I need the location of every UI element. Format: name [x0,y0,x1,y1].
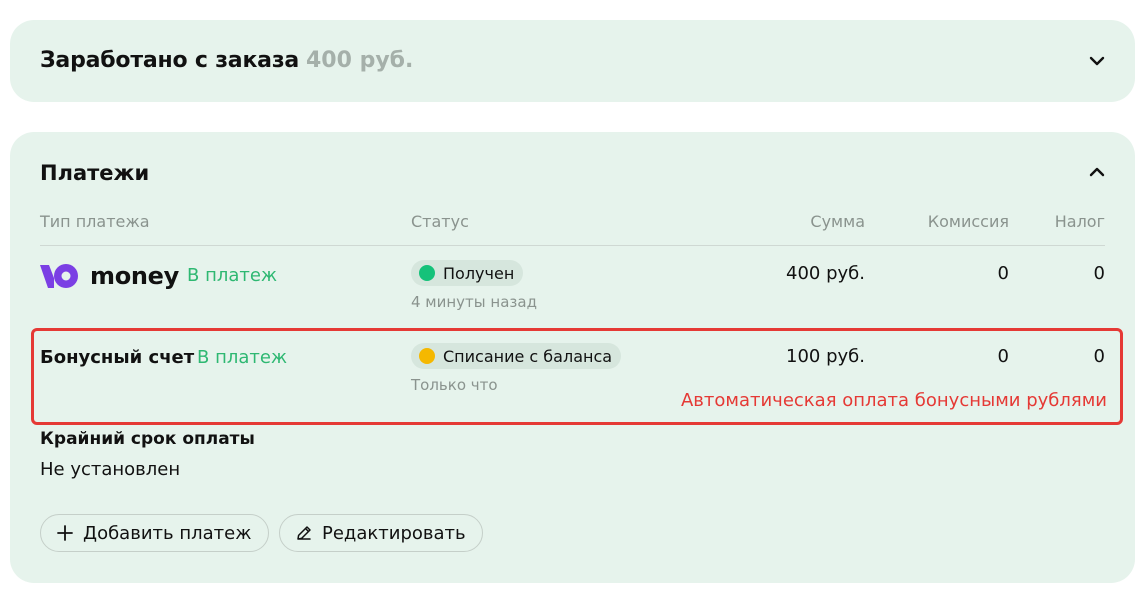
earned-card[interactable]: Заработано с заказа 400 руб. [10,20,1135,102]
payments-title: Платежи [40,161,150,185]
status-dot-icon [419,265,435,281]
pencil-icon [294,523,314,543]
edit-button[interactable]: Редактировать [279,514,483,552]
column-header-tax: Налог [1054,212,1105,231]
status-label: Получен [443,263,515,283]
status-badge: Получен [411,260,524,286]
deadline-label: Крайний срок оплаты [40,429,255,449]
provider-name: money [90,262,180,290]
table-divider [40,245,1105,246]
yoomoney-logo-icon [40,264,78,288]
cell-sum: 400 руб. [786,263,865,284]
earned-title: Заработано с заказа [40,48,300,73]
deadline-value: Не установлен [40,459,181,480]
table-row: money В платеж Получен 4 минуты назад 40… [10,260,1135,320]
earned-amount: 400 руб. [306,48,414,73]
column-header-sum: Сумма [810,212,865,231]
edit-label: Редактировать [322,522,466,544]
to-payment-link[interactable]: В платеж [187,265,277,286]
annotation-text: Автоматическая оплата бонусными рублями [680,390,1107,411]
cell-fee: 0 [997,263,1009,284]
column-header-type: Тип платежа [40,212,150,231]
cell-tax: 0 [1093,263,1105,284]
chevron-up-icon[interactable] [1087,162,1107,182]
status-time: 4 минуты назад [411,293,537,311]
column-header-fee: Комиссия [927,212,1009,231]
plus-icon [55,523,75,543]
add-payment-button[interactable]: Добавить платеж [40,514,269,552]
add-payment-label: Добавить платеж [83,522,252,544]
chevron-down-icon[interactable] [1087,51,1107,71]
column-header-status: Статус [411,212,469,231]
provider-logo: money [40,262,179,290]
